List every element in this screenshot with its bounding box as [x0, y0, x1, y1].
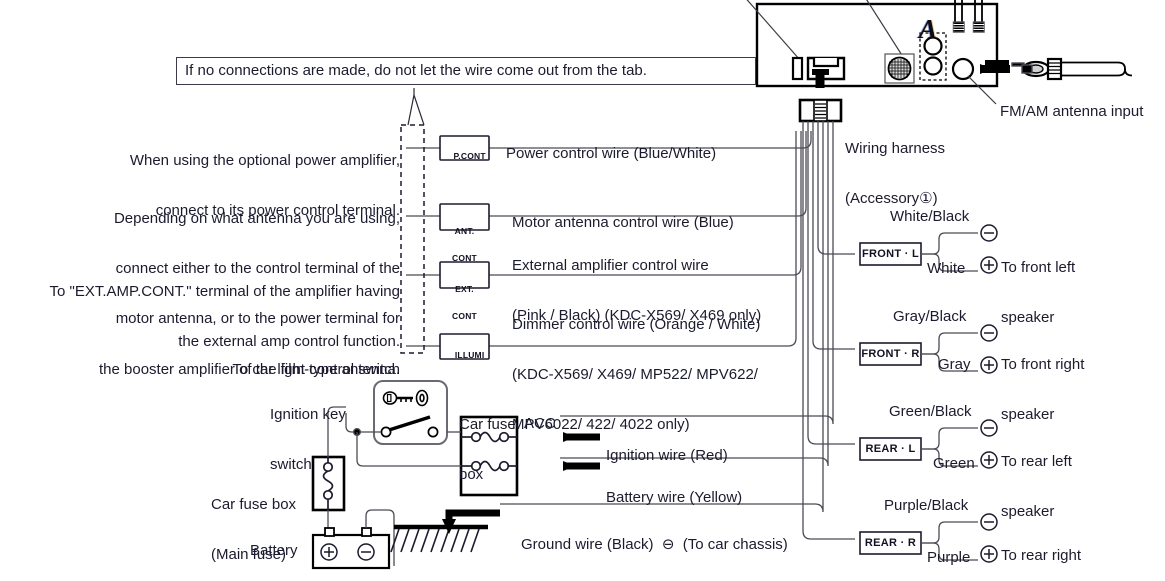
destination-front-right-line1: To front right — [1001, 355, 1085, 373]
wire-label-power-control-line1: Power control wire (Blue/White) — [506, 144, 717, 162]
car-fuse-box-line1: Car fuse — [459, 415, 516, 433]
destination-rear-right-speaker: To rear right speaker — [1001, 514, 1081, 581]
connector-tab-p-cont[interactable]: P.CONT — [440, 143, 489, 170]
main-fuse-box-line1: Car fuse box — [211, 495, 297, 513]
car-fuse-box-label: Car fuse box — [459, 383, 516, 517]
wire-color-rear-right-positive: Purple — [927, 549, 971, 566]
destination-rear-right-line1: To rear right — [1001, 546, 1082, 564]
wire-label-ground-line1: Ground wire (Black) ⊖ (To car chassis) — [521, 535, 788, 553]
wire-label-dimmer-control-line1: Dimmer control wire (Orange / White) — [512, 315, 761, 333]
speaker-tab-rear-right[interactable]: REAR · R — [860, 537, 921, 549]
connector-tab-illumi[interactable]: ILLUMI — [440, 342, 489, 369]
connector-tab-ant-cont-line1: ANT. — [454, 225, 475, 236]
connector-tab-p-cont-label: P.CONT — [453, 150, 486, 161]
speaker-tab-rear-left[interactable]: REAR · L — [860, 443, 921, 455]
fm-am-antenna-input-label: FM/AM antenna input — [1000, 103, 1144, 120]
wire-label-dimmer-control-line2: (KDC-X569/ X469/ MP522/ MPV622/ — [512, 365, 758, 383]
wire-label-ground: Ground wire (Black) ⊖ (To car chassis) — [521, 503, 788, 581]
wiring-harness-label-line1: Wiring harness — [845, 139, 946, 157]
wiring-harness-label-line2: (Accessory①) — [845, 189, 938, 207]
instruction-p-cont-line1: When using the optional power amplifier, — [129, 151, 400, 169]
tab-warning-note: If no connections are made, do not let t… — [176, 57, 756, 85]
preout-a-label: A — [919, 14, 938, 44]
wire-color-rear-left-positive: Green — [933, 455, 975, 472]
wire-color-rear-right-negative: Purple/Black — [884, 497, 969, 514]
wire-color-front-left-positive: White — [927, 260, 966, 277]
wire-label-external-amp-line1: External amplifier control wire — [512, 256, 709, 274]
destination-rear-left-line1: To rear left — [1001, 452, 1072, 470]
instruction-ext-cont-line1: To "EXT.AMP.CONT." terminal of the ampli… — [49, 282, 400, 300]
ignition-key-switch-line1: Ignition key — [270, 405, 346, 423]
connector-tab-ext-cont-line2: CONT — [452, 310, 477, 321]
car-fuse-box-line2: box — [459, 465, 484, 483]
chassis-ground-symbol — [390, 524, 488, 553]
instruction-ant-cont-line1: Depending on what antenna you are using, — [113, 209, 400, 227]
connector-tab-ext-cont[interactable]: EXT. CONT — [440, 267, 489, 338]
wire-color-front-right-negative: Gray/Black — [893, 308, 967, 325]
wire-color-rear-left-negative: Green/Black — [889, 403, 972, 420]
tab-bracket-dashed — [400, 124, 425, 354]
connector-tab-ext-cont-line1: EXT. — [455, 283, 474, 294]
harness-connector — [798, 98, 843, 123]
wiring-diagram-canvas: If no connections are made, do not let t… — [0, 0, 1165, 581]
speaker-tab-front-right[interactable]: FRONT · R — [860, 348, 921, 360]
speaker-tab-front-left[interactable]: FRONT · L — [860, 248, 921, 260]
destination-front-left-line1: To front left — [1001, 258, 1076, 276]
wire-color-front-left-negative: White/Black — [890, 208, 970, 225]
acc-terminal-label: ACC — [524, 415, 556, 432]
connector-tab-ant-cont-line2: CONT — [452, 252, 477, 263]
battery-label: Battery — [250, 542, 298, 559]
connector-tab-illumi-label: ILLUMI — [454, 349, 485, 360]
main-fuse-box-label: Car fuse box (Main fuse) — [211, 463, 296, 581]
wire-color-front-right-positive: Gray — [938, 356, 971, 373]
